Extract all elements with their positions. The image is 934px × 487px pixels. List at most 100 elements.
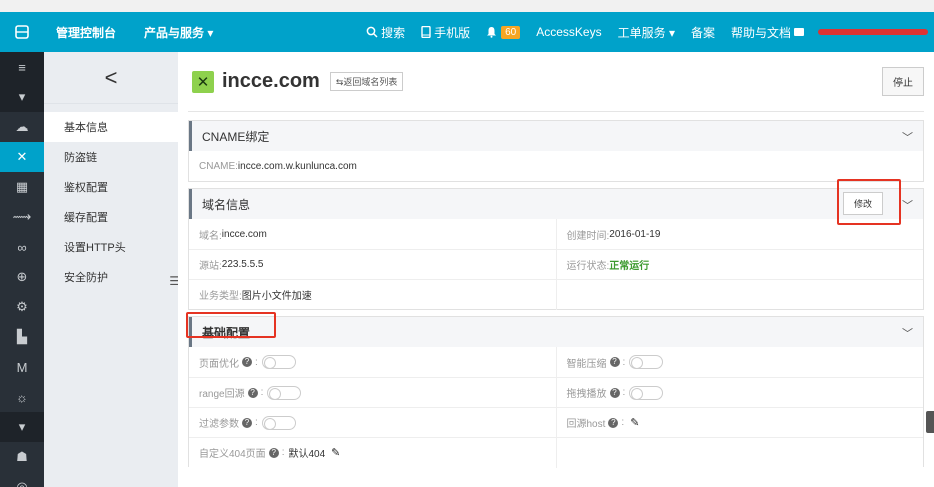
accesskeys-link[interactable]: AccessKeys xyxy=(536,25,601,39)
search-label: 搜索 xyxy=(381,25,406,40)
sidebar-item-basic-info[interactable]: 基本信息 xyxy=(44,112,178,142)
domain-info-panel-body: 域名: incce.com 创建时间: 2016-01-19 源站: 223.5… xyxy=(189,219,923,310)
basic-config-panel-header: 基础配置 ﹀ xyxy=(189,317,923,347)
beian-link[interactable]: 备案 xyxy=(691,24,715,41)
app-root: 管理控制台 产品与服务 ▾ 搜索 手机版 60 AccessKeys 工单服务 … xyxy=(0,0,934,487)
drag-play-label: 拖拽播放 xyxy=(566,389,607,400)
page-title: incce.com xyxy=(222,70,320,92)
page-opt-toggle[interactable] xyxy=(261,355,296,369)
rail-user-icon[interactable]: ☗ xyxy=(0,442,44,472)
domain-title-bar: ✕ incce.com ⇆返回域名列表 停止 xyxy=(188,52,924,112)
page-opt-label: 页面优化 xyxy=(199,358,239,370)
pencil-icon[interactable]: ✎ xyxy=(630,416,639,429)
chevron-down-icon[interactable]: ﹀ xyxy=(902,197,913,213)
sidebar-item-hotlink[interactable]: 防盗链 xyxy=(44,142,178,172)
notification-count-badge: 60 xyxy=(501,25,521,39)
sidebar-item-auth[interactable]: 鉴权配置 xyxy=(44,172,178,202)
biz-type-value: 图片小文件加速 xyxy=(241,291,312,302)
search-button[interactable]: 搜索 xyxy=(366,24,405,41)
smart-compress-toggle[interactable] xyxy=(629,355,664,369)
domain-info-panel-title: 域名信息 xyxy=(202,197,251,212)
cname-panel-title: CNAME绑定 xyxy=(202,129,270,144)
created-value: 2016-01-19 xyxy=(609,228,661,240)
product-rail: ≡ ▾ ☁ ✕ ▦ ⟿ ∞ ⊕ ⚙ ▙ M ☼ ▾ ☗ ◎ xyxy=(0,52,44,487)
help-icon[interactable]: ? xyxy=(608,417,619,428)
console-icon xyxy=(15,25,29,39)
drag-play-toggle[interactable] xyxy=(629,385,664,400)
feedback-tab[interactable] xyxy=(926,411,934,433)
main-content: ✕ incce.com ⇆返回域名列表 停止 CNAME绑定 ﹀ CNAME: … xyxy=(178,52,934,487)
smart-compress-label: 智能压缩 xyxy=(566,358,607,370)
top-nav-right: 搜索 手机版 60 AccessKeys 工单服务 ▾ 备案 帮助与文档 xyxy=(350,12,934,52)
console-home-link[interactable]: 管理控制台 xyxy=(56,24,116,41)
rail-expand-icon[interactable]: ▾ xyxy=(0,412,44,442)
biz-type-label: 业务类型: xyxy=(199,291,242,302)
domain-label: 域名: xyxy=(199,230,222,242)
sidebar-item-http-header[interactable]: 设置HTTP头 xyxy=(44,232,178,262)
help-icon[interactable]: ? xyxy=(242,417,252,428)
rail-globe-icon[interactable]: ⊕ xyxy=(0,262,44,292)
cname-label: CNAME: xyxy=(199,160,238,172)
cdn-domain-icon: ✕ xyxy=(192,70,214,93)
status-label: 运行状态: xyxy=(566,261,610,272)
stop-button[interactable]: 停止 xyxy=(882,67,924,96)
rail-link-icon[interactable]: ∞ xyxy=(0,232,44,262)
domain-info-panel-header: 域名信息 修改 ﹀ xyxy=(189,189,923,219)
chevron-down-icon[interactable]: ﹀ xyxy=(902,325,913,341)
help-icon[interactable]: ? xyxy=(609,387,620,398)
domain-value: incce.com xyxy=(221,228,267,240)
cname-panel-header: CNAME绑定 ﹀ xyxy=(189,121,923,151)
highlight-basic-config xyxy=(186,312,276,338)
rail-cloud-icon[interactable]: ☁ xyxy=(0,112,44,142)
created-label: 创建时间: xyxy=(566,230,610,242)
help-icon[interactable]: ? xyxy=(242,357,252,367)
help-icon[interactable]: ? xyxy=(247,387,258,398)
rail-chart-icon[interactable]: ▙ xyxy=(0,322,44,352)
rail-menu-icon[interactable]: ≡ xyxy=(0,52,44,82)
help-docs-label: 帮助与文档 xyxy=(730,25,791,40)
origin-host-label: 回源host xyxy=(566,419,606,430)
mobile-button[interactable]: 手机版 xyxy=(421,24,470,41)
search-icon xyxy=(366,26,378,38)
cname-panel-body: CNAME: incce.com.w.kunlunca.com xyxy=(189,151,923,181)
rail-grid-icon[interactable]: ▦ xyxy=(0,172,44,202)
rail-m-icon[interactable]: M xyxy=(0,352,44,382)
back-chevron-icon[interactable]: < xyxy=(44,52,178,104)
status-value: 正常运行 xyxy=(609,261,650,272)
message-icon xyxy=(794,28,804,36)
rail-network-icon[interactable]: ⟿ xyxy=(0,202,44,232)
bell-icon xyxy=(487,27,497,38)
notifications-button[interactable]: 60 xyxy=(486,25,521,39)
user-account-redacted[interactable] xyxy=(818,29,928,35)
window-top-strip xyxy=(0,0,934,12)
rail-more-icon[interactable]: ◎ xyxy=(0,472,44,487)
chevron-down-icon[interactable]: ﹀ xyxy=(902,129,913,145)
filter-params-toggle[interactable] xyxy=(261,415,296,430)
pencil-icon[interactable]: ✎ xyxy=(331,446,340,459)
mobile-icon xyxy=(421,26,431,38)
cname-panel: CNAME绑定 ﹀ CNAME: incce.com.w.kunlunca.co… xyxy=(188,120,924,182)
top-nav-bar: 管理控制台 产品与服务 ▾ 搜索 手机版 60 AccessKeys 工单服务 … xyxy=(0,12,934,52)
rail-cdn-icon[interactable]: ✕ xyxy=(0,142,44,172)
rail-settings-icon[interactable]: ⚙ xyxy=(0,292,44,322)
rail-fire-icon[interactable]: ☼ xyxy=(0,382,44,412)
help-docs-link[interactable]: 帮助与文档 xyxy=(731,24,804,41)
sidebar-item-security[interactable]: 安全防护 xyxy=(44,262,178,292)
rail-collapse-icon[interactable]: ▾ xyxy=(0,82,44,112)
products-menu[interactable]: 产品与服务 ▾ xyxy=(144,24,213,41)
origin-value: 223.5.5.5 xyxy=(221,259,264,270)
back-to-domain-list-button[interactable]: ⇆返回域名列表 xyxy=(329,72,404,91)
workorder-menu[interactable]: 工单服务 ▾ xyxy=(618,24,675,41)
domain-info-panel: 域名信息 修改 ﹀ 域名: incce.com 创建时间: 2016-01-19 xyxy=(188,188,924,310)
range-toggle[interactable] xyxy=(267,385,302,400)
origin-label: 源站: xyxy=(199,261,222,272)
empty-cell xyxy=(555,437,924,468)
range-label: range回源 xyxy=(199,389,245,400)
sidebar-item-cache[interactable]: 缓存配置 xyxy=(44,202,178,232)
mobile-label: 手机版 xyxy=(434,25,471,40)
console-logo-icon[interactable] xyxy=(0,12,44,52)
custom404-value: 默认404 xyxy=(288,449,326,460)
help-icon[interactable]: ? xyxy=(268,447,279,458)
help-icon[interactable]: ? xyxy=(609,357,620,367)
highlight-edit-button xyxy=(837,179,901,225)
